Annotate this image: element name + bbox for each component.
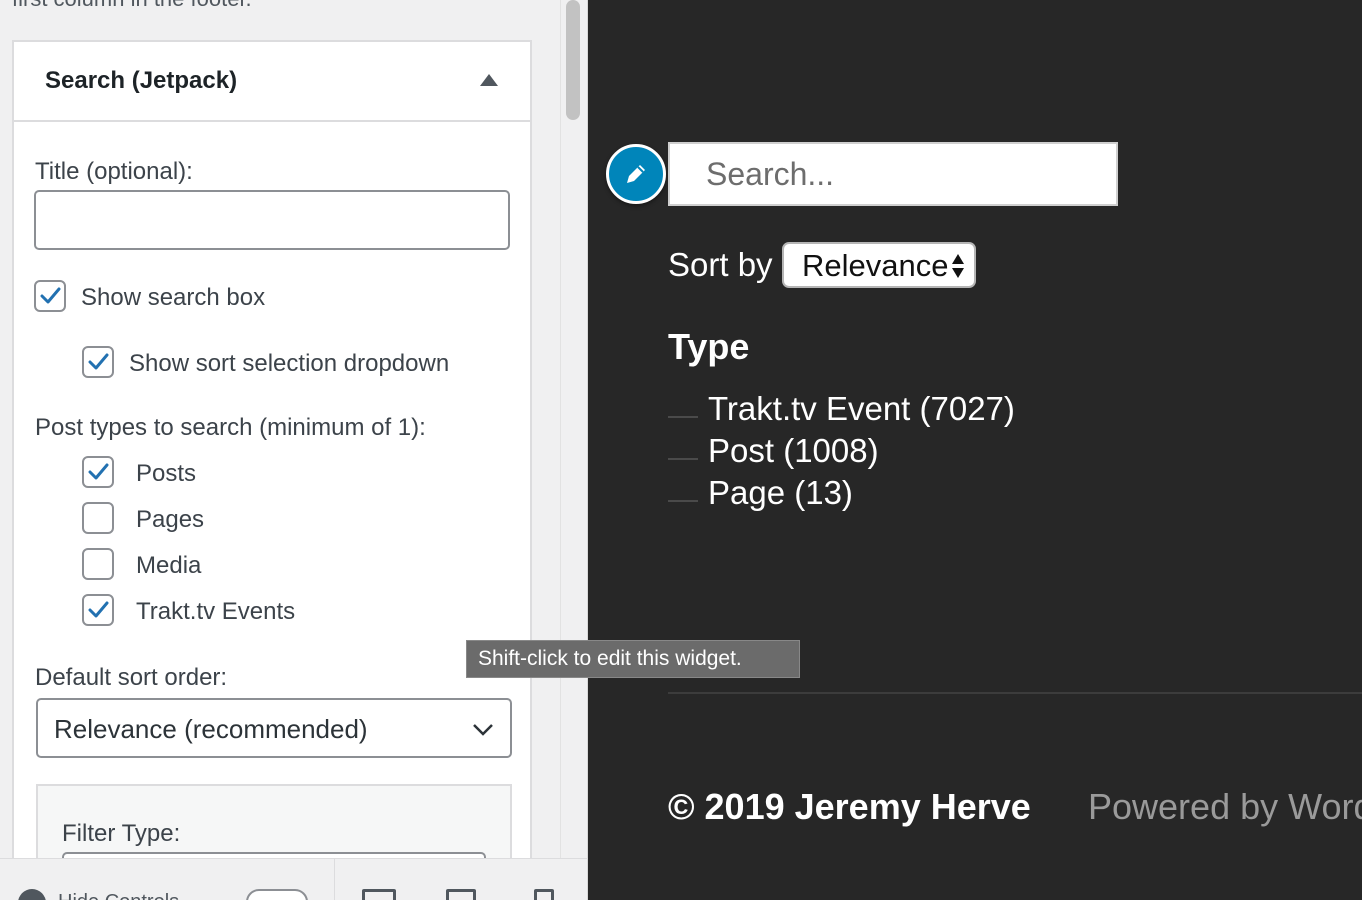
widget-header[interactable]: Search (Jetpack): [14, 42, 530, 122]
site-preview: Sort by Relevance Type Trakt.tv Event (7…: [588, 0, 1362, 900]
tablet-preview-icon[interactable]: [446, 889, 476, 900]
customizer-sidebar: first column in the footer. Search (Jetp…: [0, 0, 588, 900]
filter-type-label: Filter Type:: [62, 820, 181, 847]
footer-divider: [334, 859, 335, 900]
pencil-icon: [627, 165, 645, 183]
post-type-label: Posts: [136, 460, 197, 487]
post-type-media-checkbox[interactable]: [82, 548, 114, 580]
edit-widget-tooltip: Shift-click to edit this widget.: [466, 640, 800, 678]
sort-by-value: Relevance: [802, 248, 949, 283]
post-type-pages-checkbox[interactable]: [82, 502, 114, 534]
widget-title: Search (Jetpack): [45, 67, 238, 94]
checkmark-icon: [88, 353, 109, 370]
show-search-box-label: Show search box: [81, 284, 266, 311]
post-type-label: Media: [136, 552, 202, 579]
section-description: first column in the footer.: [12, 0, 252, 12]
sidebar-scrollbar[interactable]: [560, 0, 584, 858]
checkmark-icon: [40, 287, 61, 304]
search-input[interactable]: [668, 142, 1118, 206]
facet-label: Trakt.tv Event (7027): [708, 390, 1015, 427]
sort-by-label: Sort by: [668, 246, 773, 283]
footer-divider-line: [668, 692, 1362, 694]
show-search-box-checkbox[interactable]: [34, 280, 66, 312]
chevron-down-icon: [473, 724, 493, 736]
scrollbar-thumb[interactable]: [566, 0, 580, 120]
show-sort-dropdown-checkbox[interactable]: [82, 346, 114, 378]
facet-checkbox[interactable]: [668, 500, 698, 502]
facet-label: Page (13): [708, 474, 853, 511]
checkmark-icon: [88, 601, 109, 618]
preview-toggle-switch[interactable]: [246, 889, 308, 900]
powered-by-link[interactable]: Powered by WordPress: [1088, 786, 1362, 828]
mobile-preview-icon[interactable]: [534, 889, 554, 900]
facet-checkbox[interactable]: [668, 416, 698, 418]
post-type-label: Pages: [136, 506, 205, 533]
sort-order-select[interactable]: Relevance (recommended): [36, 698, 512, 758]
edit-widget-shortcut[interactable]: [606, 144, 666, 204]
hide-controls-label: Hide Controls: [58, 891, 179, 900]
checkmark-icon: [88, 463, 109, 480]
post-type-posts-checkbox[interactable]: [82, 456, 114, 488]
sort-by-select[interactable]: Relevance: [782, 242, 976, 288]
hide-controls-icon: [18, 889, 46, 900]
copyright-text: © 2019 Jeremy Herve: [668, 786, 1031, 827]
sort-order-label: Default sort order:: [35, 664, 228, 691]
sort-order-value: Relevance (recommended): [54, 714, 368, 744]
facet-label: Post (1008): [708, 432, 879, 469]
select-arrows-icon: [952, 254, 964, 278]
post-type-label: Trakt.tv Events: [136, 598, 296, 625]
title-field-label: Title (optional):: [35, 158, 193, 185]
search-widget-panel: Search (Jetpack) Title (optional): Show …: [12, 40, 532, 900]
post-types-label: Post types to search (minimum of 1):: [35, 414, 426, 441]
title-field[interactable]: [34, 190, 510, 250]
desktop-preview-icon[interactable]: [362, 889, 396, 900]
post-type-trakt-checkbox[interactable]: [82, 594, 114, 626]
collapse-arrow-icon[interactable]: [480, 74, 498, 86]
customizer-footer: Hide Controls: [0, 858, 587, 900]
show-sort-dropdown-label: Show sort selection dropdown: [129, 350, 450, 377]
facet-checkbox[interactable]: [668, 458, 698, 460]
facet-heading: Type: [668, 326, 750, 367]
